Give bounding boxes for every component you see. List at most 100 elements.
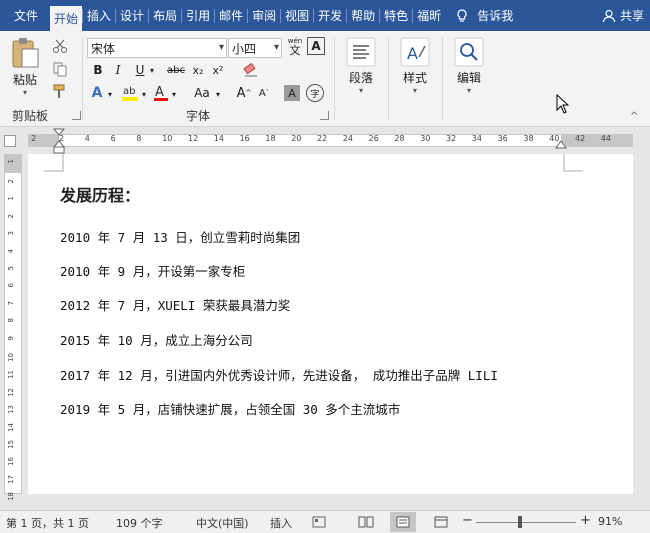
tab-home[interactable]: 开始 bbox=[50, 6, 83, 31]
styles-button[interactable]: A 样式 ▾ bbox=[400, 37, 430, 95]
font-size-combo[interactable]: 小四 ▾ bbox=[228, 38, 282, 58]
tab-foxit[interactable]: 福昕 bbox=[413, 0, 445, 31]
page-count[interactable]: 第 1 页，共 1 页 bbox=[6, 515, 89, 531]
tab-selector[interactable] bbox=[4, 135, 16, 147]
vruler-tick-label: 18 bbox=[7, 492, 15, 502]
font-launcher[interactable] bbox=[320, 111, 329, 120]
svg-text:A: A bbox=[407, 44, 418, 63]
print-layout-button[interactable] bbox=[390, 512, 416, 532]
ruler-tick-label: 18 bbox=[265, 134, 276, 143]
change-case-button[interactable]: Aa bbox=[190, 83, 214, 103]
tab-mailings[interactable]: 邮件 bbox=[215, 0, 247, 31]
character-shading-button[interactable]: A bbox=[284, 85, 300, 101]
language-indicator[interactable]: 中文(中国) bbox=[196, 515, 249, 531]
vruler-tick-label: 17 bbox=[7, 474, 15, 484]
paste-icon bbox=[12, 38, 39, 68]
format-painter-icon[interactable] bbox=[52, 83, 68, 99]
chevron-down-icon[interactable]: ▾ bbox=[214, 85, 222, 103]
insert-mode[interactable]: 插入 bbox=[270, 515, 292, 531]
horizontal-ruler: 2 2 4 6 8 10 12 14 16 18 20 22 24 26 28 30 32 34 36 38 40 42 4… bbox=[0, 127, 650, 154]
highlight-icon[interactable]: ab bbox=[120, 83, 140, 103]
vertical-scrollbar[interactable] bbox=[633, 154, 650, 494]
superscript-button[interactable]: x² bbox=[210, 61, 226, 79]
text-effects-button[interactable]: A bbox=[88, 83, 106, 103]
tab-review[interactable]: 审阅 bbox=[248, 0, 280, 31]
font-color-icon[interactable]: A bbox=[152, 83, 170, 103]
right-indent-marker-icon[interactable] bbox=[555, 140, 567, 150]
ruler-tick-label: 10 bbox=[162, 134, 173, 143]
paragraph-label: 段落 bbox=[348, 71, 373, 85]
vruler-tick-label: 3 bbox=[7, 231, 15, 236]
chevron-down-icon: ▾ bbox=[22, 88, 27, 97]
clear-formatting-icon[interactable] bbox=[242, 61, 260, 79]
tab-file[interactable]: 文件 bbox=[0, 0, 50, 31]
ruler-tick-label: 32 bbox=[446, 134, 457, 143]
ribbon-home: 粘贴 ▾ 剪贴板 宋体 ▾ 小四 ▾ wén 文 A B I U ▾ abc x… bbox=[0, 31, 650, 127]
document-heading[interactable]: 发展历程： bbox=[60, 182, 140, 206]
document-line[interactable]: 2012 年 7 月，XUELI 荣获最具潜力奖 bbox=[60, 295, 290, 314]
document-line[interactable]: 2019 年 5 月，店铺快速扩展，占领全国 30 多个主流城市 bbox=[60, 399, 400, 418]
chevron-down-icon[interactable]: ▾ bbox=[106, 85, 114, 103]
vruler-tick-label: 12 bbox=[7, 387, 15, 397]
vruler-tick-label: 16 bbox=[7, 457, 15, 467]
grow-font-button[interactable]: A ^ bbox=[236, 83, 252, 103]
tab-help[interactable]: 帮助 bbox=[347, 0, 379, 31]
collapse-ribbon-icon[interactable]: ^ bbox=[630, 111, 638, 122]
paragraph-align-icon bbox=[346, 37, 376, 67]
font-name-combo[interactable]: 宋体 ▾ bbox=[87, 38, 227, 58]
document-page[interactable]: 发展历程： 2010 年 7 月 13 日，创立雪莉时尚集团 2010 年 9 … bbox=[28, 154, 633, 494]
paste-button[interactable]: 粘贴 ▾ bbox=[10, 37, 40, 97]
document-line[interactable]: 2010 年 9 月，开设第一家专柜 bbox=[60, 261, 245, 280]
zoom-out-button[interactable]: − bbox=[462, 513, 473, 528]
zoom-in-button[interactable]: + bbox=[580, 513, 591, 528]
chevron-down-icon[interactable]: ▾ bbox=[170, 85, 178, 103]
phonetic-guide-button[interactable]: wén 文 bbox=[285, 35, 305, 59]
document-line[interactable]: 2015 年 10 月，成立上海分公司 bbox=[60, 330, 253, 349]
tab-view[interactable]: 视图 bbox=[281, 0, 313, 31]
underline-button[interactable]: U bbox=[132, 61, 148, 79]
zoom-level[interactable]: 91% bbox=[598, 515, 622, 528]
tab-design[interactable]: 设计 bbox=[116, 0, 148, 31]
ruler-tick-label: 2 bbox=[31, 134, 37, 143]
enclosed-char-button[interactable]: 字 bbox=[306, 84, 324, 102]
read-mode-icon[interactable] bbox=[358, 516, 374, 528]
zoom-slider-thumb[interactable] bbox=[518, 516, 522, 528]
tab-references[interactable]: 引用 bbox=[182, 0, 214, 31]
tab-insert[interactable]: 插入 bbox=[83, 0, 115, 31]
ruler-tick-label: 34 bbox=[471, 134, 482, 143]
clipboard-launcher[interactable] bbox=[72, 111, 81, 120]
enclose-characters-button[interactable]: A bbox=[307, 37, 325, 55]
chevron-down-icon[interactable]: ▾ bbox=[140, 85, 148, 103]
tab-featured[interactable]: 特色 bbox=[380, 0, 412, 31]
shrink-font-button[interactable]: Aˇ bbox=[256, 83, 272, 103]
status-bar: 第 1 页，共 1 页 109 个字 中文(中国) 插入 − + 91% bbox=[0, 510, 650, 533]
ruler-tick-label: 26 bbox=[368, 134, 379, 143]
word-count[interactable]: 109 个字 bbox=[116, 515, 163, 531]
cut-icon[interactable] bbox=[52, 38, 68, 54]
chevron-down-icon: ▾ bbox=[412, 86, 417, 95]
macro-record-icon[interactable] bbox=[312, 516, 326, 528]
vruler-tick-label: 7 bbox=[7, 300, 15, 306]
editing-button[interactable]: 编辑 ▾ bbox=[454, 37, 484, 95]
tab-developer[interactable]: 开发 bbox=[314, 0, 346, 31]
share-button[interactable]: 共享 bbox=[602, 7, 644, 24]
web-layout-icon[interactable] bbox=[434, 516, 448, 528]
zoom-slider-track[interactable] bbox=[476, 522, 576, 523]
document-line[interactable]: 2017 年 12 月，引进国内外优秀设计师，先进设备， 成功推出子品牌 LIL… bbox=[60, 365, 498, 384]
subscript-button[interactable]: x₂ bbox=[190, 61, 206, 79]
chevron-down-icon[interactable]: ▾ bbox=[148, 61, 156, 79]
paragraph-button[interactable]: 段落 ▾ bbox=[346, 37, 376, 95]
bold-button[interactable]: B bbox=[90, 61, 106, 79]
vruler-tick-label: 11 bbox=[7, 370, 15, 380]
tell-me-label: 告诉我 bbox=[477, 9, 514, 23]
copy-icon[interactable] bbox=[52, 61, 68, 77]
vruler-tick-label: 1 bbox=[7, 159, 15, 164]
italic-button[interactable]: I bbox=[110, 61, 126, 79]
ruler-tick-label: 14 bbox=[213, 134, 224, 143]
tab-layout[interactable]: 布局 bbox=[149, 0, 181, 31]
margin-corner-mark bbox=[44, 154, 64, 172]
indent-marker-icon[interactable] bbox=[53, 128, 65, 154]
strikethrough-button[interactable]: abc bbox=[164, 61, 188, 79]
document-line[interactable]: 2010 年 7 月 13 日，创立雪莉时尚集团 bbox=[60, 227, 300, 246]
tell-me-search[interactable]: 告诉我 bbox=[455, 7, 513, 24]
